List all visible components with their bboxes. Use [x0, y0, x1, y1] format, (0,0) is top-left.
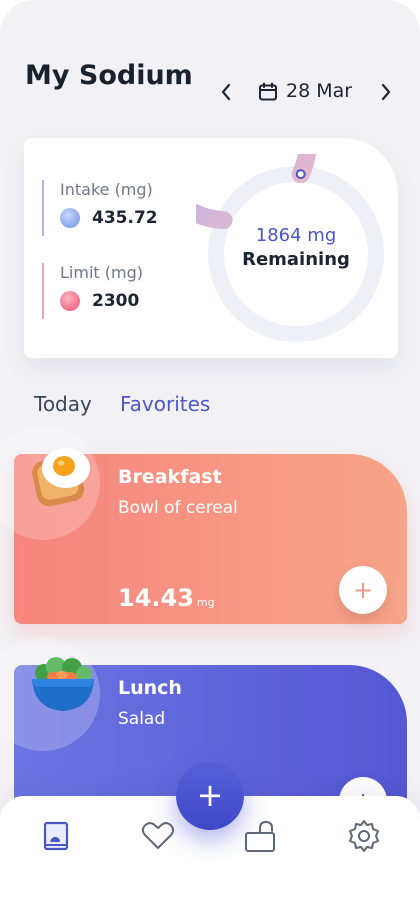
tab-favorites[interactable]: Favorites: [120, 392, 210, 416]
meal-name: Lunch: [118, 677, 182, 699]
salad-bowl-icon: [32, 657, 94, 711]
sodium-summary-card: Intake (mg) 435.72 Limit (mg) 2300 1864 …: [24, 138, 398, 358]
chevron-right-icon: [381, 83, 391, 101]
meal-tabs: Today Favorites: [34, 392, 334, 422]
next-day-button[interactable]: [374, 78, 398, 106]
meal-sodium-amount: 14.43 mg: [118, 584, 215, 612]
meal-description: Salad: [118, 709, 166, 729]
bottom-fade: [0, 860, 420, 916]
intake-label: Intake (mg): [60, 180, 153, 199]
add-breakfast-button[interactable]: +: [339, 566, 387, 614]
meal-description: Bowl of cereal: [118, 498, 238, 518]
calendar-icon[interactable]: [258, 82, 278, 102]
nav-favorites[interactable]: [138, 816, 178, 856]
ring-knob: [295, 169, 306, 180]
remaining-amount: 1864 mg: [255, 225, 337, 246]
meal-amount-unit: mg: [196, 596, 215, 609]
app-screen: My Sodium 28 Mar Intake (mg) 435.72 Limi…: [0, 0, 420, 916]
intake-stat: Intake (mg) 435.72: [42, 180, 192, 236]
limit-value: 2300: [92, 291, 140, 311]
journal-icon: [43, 821, 69, 851]
nav-journal[interactable]: [36, 816, 76, 856]
nav-unlock[interactable]: [240, 816, 280, 856]
meal-amount-value: 14.43: [118, 584, 194, 612]
remaining-label: Remaining: [242, 249, 350, 270]
tab-today[interactable]: Today: [34, 392, 92, 416]
remaining-text: 1864 mg Remaining: [196, 224, 396, 272]
limit-label: Limit (mg): [60, 263, 143, 282]
current-date[interactable]: 28 Mar: [286, 80, 352, 102]
limit-stat: Limit (mg) 2300: [42, 263, 192, 319]
nav-settings[interactable]: [344, 816, 384, 856]
salt-bowl-icon: [60, 208, 80, 228]
date-navigator: 28 Mar: [214, 74, 394, 110]
add-entry-button[interactable]: +: [176, 762, 244, 830]
chevron-left-icon: [221, 83, 231, 101]
unlock-icon: [245, 820, 275, 852]
heart-icon: [141, 822, 175, 849]
meal-card-breakfast[interactable]: Breakfast Bowl of cereal 14.43 mg +: [0, 426, 407, 624]
intake-value: 435.72: [92, 208, 158, 228]
meal-name: Breakfast: [118, 466, 222, 488]
flame-icon: [60, 291, 80, 311]
egg-toast-icon: [32, 448, 90, 507]
page-title: My Sodium: [25, 60, 193, 91]
previous-day-button[interactable]: [214, 78, 238, 106]
gear-icon: [349, 820, 379, 852]
